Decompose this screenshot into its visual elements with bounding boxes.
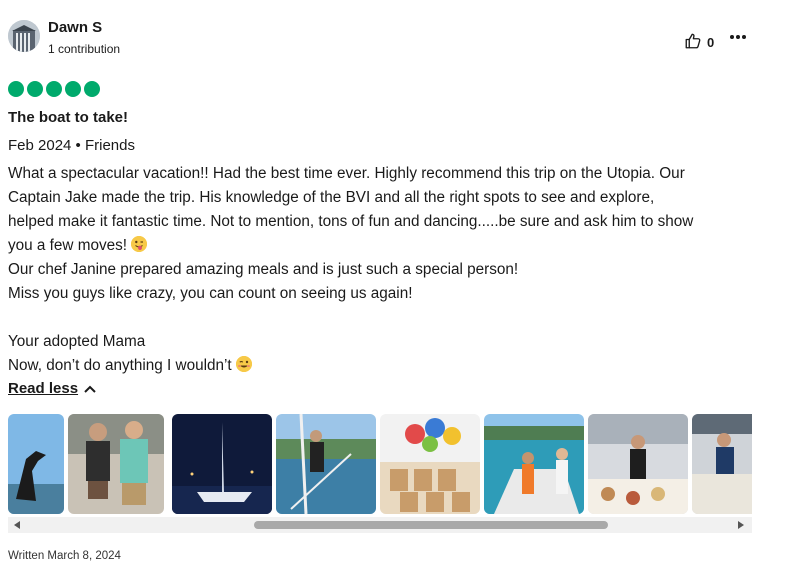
- review-line: Our chef Janine prepared amazing meals a…: [8, 261, 519, 278]
- tongue-wink-emoji: [131, 236, 148, 252]
- review-photo-5[interactable]: [380, 414, 480, 514]
- review-line: Captain Jake made the trip. His knowledg…: [8, 189, 655, 206]
- review-photo-4[interactable]: [276, 414, 376, 514]
- review-photo-8[interactable]: [692, 414, 752, 514]
- author-name[interactable]: Dawn S: [48, 19, 102, 36]
- review-line: Your adopted Mama: [8, 333, 146, 350]
- wink-emoji: [235, 356, 252, 372]
- scroll-right-icon[interactable]: [738, 521, 744, 529]
- written-date: Written March 8, 2024: [8, 550, 121, 562]
- review-line-with-emoji: you a few moves!: [8, 234, 768, 258]
- review-line: Now, don’t do anything I wouldn’t: [8, 357, 232, 374]
- review-line: Miss you guys like crazy, you can count …: [8, 285, 413, 302]
- rating-bubble-1: [8, 81, 24, 97]
- review-line: [8, 306, 768, 330]
- review-photo-1[interactable]: [8, 414, 64, 514]
- review-body: What a spectacular vacation!! Had the be…: [8, 162, 768, 378]
- read-less-label: Read less: [8, 380, 79, 397]
- review-photo-3[interactable]: [172, 414, 272, 514]
- thumbs-up-icon: [684, 32, 702, 53]
- scroll-thumb[interactable]: [254, 521, 608, 529]
- helpful-count: 0: [707, 35, 715, 50]
- rating-bubble-2: [27, 81, 43, 97]
- rating-bubble-4: [65, 81, 81, 97]
- rating-bubbles: [8, 81, 100, 97]
- read-less-link[interactable]: Read less: [8, 380, 96, 397]
- review-line: you a few moves!: [8, 237, 128, 254]
- review-photo-6[interactable]: [484, 414, 584, 514]
- chevron-up-icon: [84, 380, 96, 397]
- review-line: helped make it fantastic time. Not to me…: [8, 213, 694, 230]
- review-photo-2[interactable]: [68, 414, 164, 514]
- review-line: What a spectacular vacation!! Had the be…: [8, 165, 685, 182]
- review-photo-7[interactable]: [588, 414, 688, 514]
- rating-bubble-5: [84, 81, 100, 97]
- photo-strip: [8, 414, 752, 514]
- helpful-vote-button[interactable]: 0: [684, 32, 714, 53]
- visit-info: Feb 2024 • Friends: [8, 137, 135, 154]
- avatar-image: [8, 20, 40, 52]
- avatar[interactable]: [8, 20, 40, 52]
- more-options-icon[interactable]: [729, 28, 747, 51]
- author-contributions: 1 contribution: [48, 42, 121, 56]
- photo-strip-scrollbar[interactable]: [8, 517, 752, 533]
- review-line-with-emoji: Now, don’t do anything I wouldn’t: [8, 354, 768, 378]
- review-title: The boat to take!: [8, 109, 129, 126]
- scroll-left-icon[interactable]: [14, 521, 20, 529]
- rating-bubble-3: [46, 81, 62, 97]
